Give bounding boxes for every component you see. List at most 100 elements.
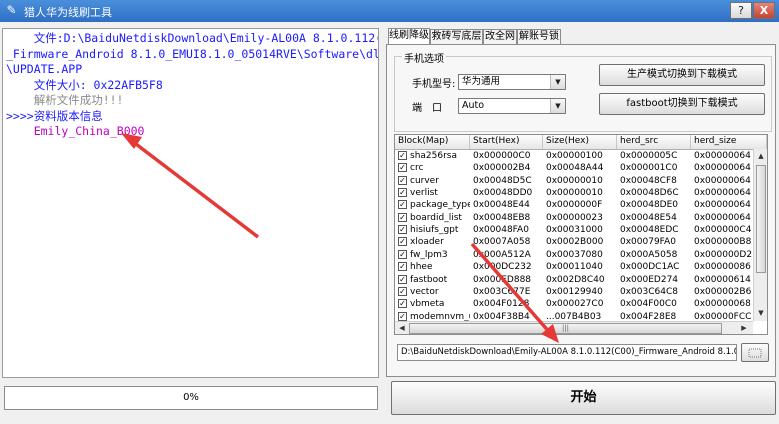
chevron-down-icon[interactable]: ▼	[550, 75, 565, 89]
table-cell: 0x000002B4	[473, 163, 531, 174]
vertical-scrollbar[interactable]: ▲ ▼	[753, 149, 767, 321]
table-cell: hisiufs_gpt	[410, 225, 459, 236]
table-cell: 0x00000010	[546, 188, 603, 199]
table-cell: 0x00000064	[694, 163, 751, 174]
scroll-thumb[interactable]	[756, 165, 766, 273]
table-cell: 0x0007A058	[473, 237, 531, 248]
table-cell: fastboot	[410, 274, 448, 285]
table-cell: 0x003C64C8	[620, 286, 678, 297]
table-cell: 0x0000000F	[546, 200, 603, 211]
table-cell: vbmeta	[410, 299, 445, 310]
scroll-left-icon[interactable]: ◀	[396, 322, 408, 334]
table-row[interactable]: ✓ vbmeta 0x004F0128 0x000027C0 0x004F00C0 0x0…	[395, 298, 753, 311]
scroll-thumb[interactable]: |||	[409, 323, 722, 334]
port-value: Auto	[462, 100, 485, 111]
table-cell: 0x003C677E	[473, 286, 531, 297]
log-line: 解析文件成功!!!	[6, 93, 124, 107]
horizontal-scrollbar[interactable]: ◀ ||| ▶	[395, 321, 753, 334]
model-select[interactable]: 华为通用 ▼	[458, 74, 566, 90]
close-button[interactable]: X	[753, 2, 775, 19]
table-row[interactable]: ✓ vector 0x003C677E 0x00129940 0x003C64C8 0x0…	[395, 286, 753, 299]
scroll-down-icon[interactable]: ▼	[755, 307, 767, 319]
title-bar: ✎ 猎人华为线刷工具 ? X	[0, 0, 779, 22]
table-cell: 0x00031000	[546, 225, 603, 236]
file-path-field[interactable]: D:\BaiduNetdiskDownload\Emily-AL00A 8.1.…	[397, 344, 737, 361]
browse-button[interactable]	[741, 343, 769, 362]
row-checkbox[interactable]: ✓	[398, 212, 407, 222]
table-row[interactable]: ✓ verlist 0x00048DD0 0x00000010 0x00048D6C 0x…	[395, 187, 753, 200]
column-header[interactable]: Start(Hex)	[470, 135, 543, 149]
table-cell: hhee	[410, 262, 433, 273]
tab-account-unlock[interactable]: 解账号锁	[517, 29, 561, 44]
row-checkbox[interactable]: ✓	[398, 225, 407, 235]
row-checkbox[interactable]: ✓	[398, 274, 407, 284]
table-cell: 0x000002B6	[694, 286, 752, 297]
table-cell: 0x00000614	[694, 274, 751, 285]
row-checkbox[interactable]: ✓	[398, 262, 407, 272]
table-row[interactable]: ✓ crc 0x000002B4 0x00048A44 0x000001C0 0x0000…	[395, 162, 753, 175]
row-checkbox[interactable]: ✓	[398, 249, 407, 259]
table-cell: 0x004F0128	[473, 299, 530, 310]
partition-table[interactable]: Block(Map) Start(Hex) Size(Hex) herd_src…	[394, 134, 768, 335]
table-cell: 0x000ED274	[620, 274, 679, 285]
row-checkbox[interactable]: ✓	[398, 188, 407, 198]
log-line: _Firmware_Android 8.1.0_EMUI8.1.0_05014R…	[6, 46, 379, 61]
log-panel[interactable]: 文件:D:\BaiduNetdiskDownload\Emily-AL00A 8…	[2, 28, 379, 378]
table-cell: 0x004F00C0	[620, 299, 677, 310]
row-checkbox[interactable]: ✓	[398, 175, 407, 185]
row-checkbox[interactable]: ✓	[398, 299, 407, 309]
table-cell: 0x000DC1AC	[620, 262, 680, 273]
table-row[interactable]: ✓ fastboot 0x000ED888 0x002D8C40 0x000ED274 0…	[395, 274, 753, 287]
column-header[interactable]: herd_size	[691, 135, 767, 149]
table-cell: curver	[410, 175, 439, 186]
table-row[interactable]: ✓ hhee 0x000DC232 0x00011040 0x000DC1AC 0x000…	[395, 261, 753, 274]
column-header[interactable]: herd_src	[617, 135, 691, 149]
row-checkbox[interactable]: ✓	[398, 237, 407, 247]
scroll-right-icon[interactable]: ▶	[738, 322, 750, 334]
table-cell: vector	[410, 286, 439, 297]
table-row[interactable]: ✓ sha256rsa 0x000000C0 0x00000100 0x0000005C…	[395, 150, 753, 163]
progress-bar: 0%	[4, 386, 378, 410]
column-header[interactable]: Size(Hex)	[543, 135, 617, 149]
table-row[interactable]: ✓ xloader 0x0007A058 0x0002B000 0x00079FA0 0x…	[395, 236, 753, 249]
row-checkbox[interactable]: ✓	[398, 200, 407, 210]
table-cell: 0x000DC232	[473, 262, 532, 273]
table-cell: 0x00048EB8	[473, 212, 531, 223]
table-row[interactable]: ✓ curver 0x00048D5C 0x00000010 0x00048CF8 0x0…	[395, 175, 753, 188]
table-cell: 0x00048A44	[546, 163, 604, 174]
log-line: >>>>资料版本信息	[6, 108, 103, 123]
table-cell: 0x000000C0	[473, 151, 531, 161]
table-row[interactable]: ✓ hisiufs_gpt 0x00048FA0 0x00031000 0x00048E…	[395, 224, 753, 237]
chevron-down-icon[interactable]: ▼	[550, 99, 565, 113]
table-cell: 0x00048FA0	[473, 225, 529, 236]
tab-full-network[interactable]: 改全网	[483, 29, 517, 44]
table-cell: 0x00048D6C	[620, 188, 679, 199]
log-line: Emily_China_B000	[6, 124, 145, 138]
port-label: 端 口	[412, 103, 442, 114]
tab-flash-downgrade[interactable]: 线刷降级	[388, 28, 430, 45]
table-row[interactable]: ✓ boardid_list 0x00048EB8 0x00000023 0x00048…	[395, 212, 753, 225]
row-checkbox[interactable]: ✓	[398, 286, 407, 296]
row-checkbox[interactable]: ✓	[398, 163, 407, 173]
port-select[interactable]: Auto ▼	[458, 98, 566, 114]
help-button[interactable]: ?	[730, 2, 752, 19]
table-cell: fw_lpm3	[410, 249, 448, 260]
table-cell: 0x00048EDC	[620, 225, 679, 236]
table-cell: 0x00000010	[546, 175, 603, 186]
table-cell: boardid_list	[410, 212, 462, 223]
tab-unbrick[interactable]: 救砖写底层	[430, 29, 483, 44]
column-header[interactable]: Block(Map)	[395, 135, 470, 149]
scroll-up-icon[interactable]: ▲	[755, 150, 767, 162]
table-cell: 0x000027C0	[546, 299, 604, 310]
table-row[interactable]: ✓ fw_lpm3 0x000A512A 0x00037080 0x000A5058 0x…	[395, 249, 753, 262]
start-button[interactable]: 开始	[391, 381, 776, 415]
table-cell: 0x00129940	[546, 286, 603, 297]
table-row[interactable]: ✓ package_type 0x00048E44 0x0000000F 0x00048…	[395, 199, 753, 212]
fastboot-mode-button[interactable]: fastboot切换到下载模式	[599, 93, 765, 115]
row-checkbox[interactable]: ✓	[398, 151, 407, 160]
table-cell: 0x00000064	[694, 175, 751, 186]
table-cell: 0x0000005C	[620, 151, 678, 161]
row-checkbox[interactable]: ✓	[398, 311, 407, 321]
factory-mode-button[interactable]: 生产模式切换到下载模式	[599, 64, 765, 86]
folder-icon	[748, 348, 762, 358]
